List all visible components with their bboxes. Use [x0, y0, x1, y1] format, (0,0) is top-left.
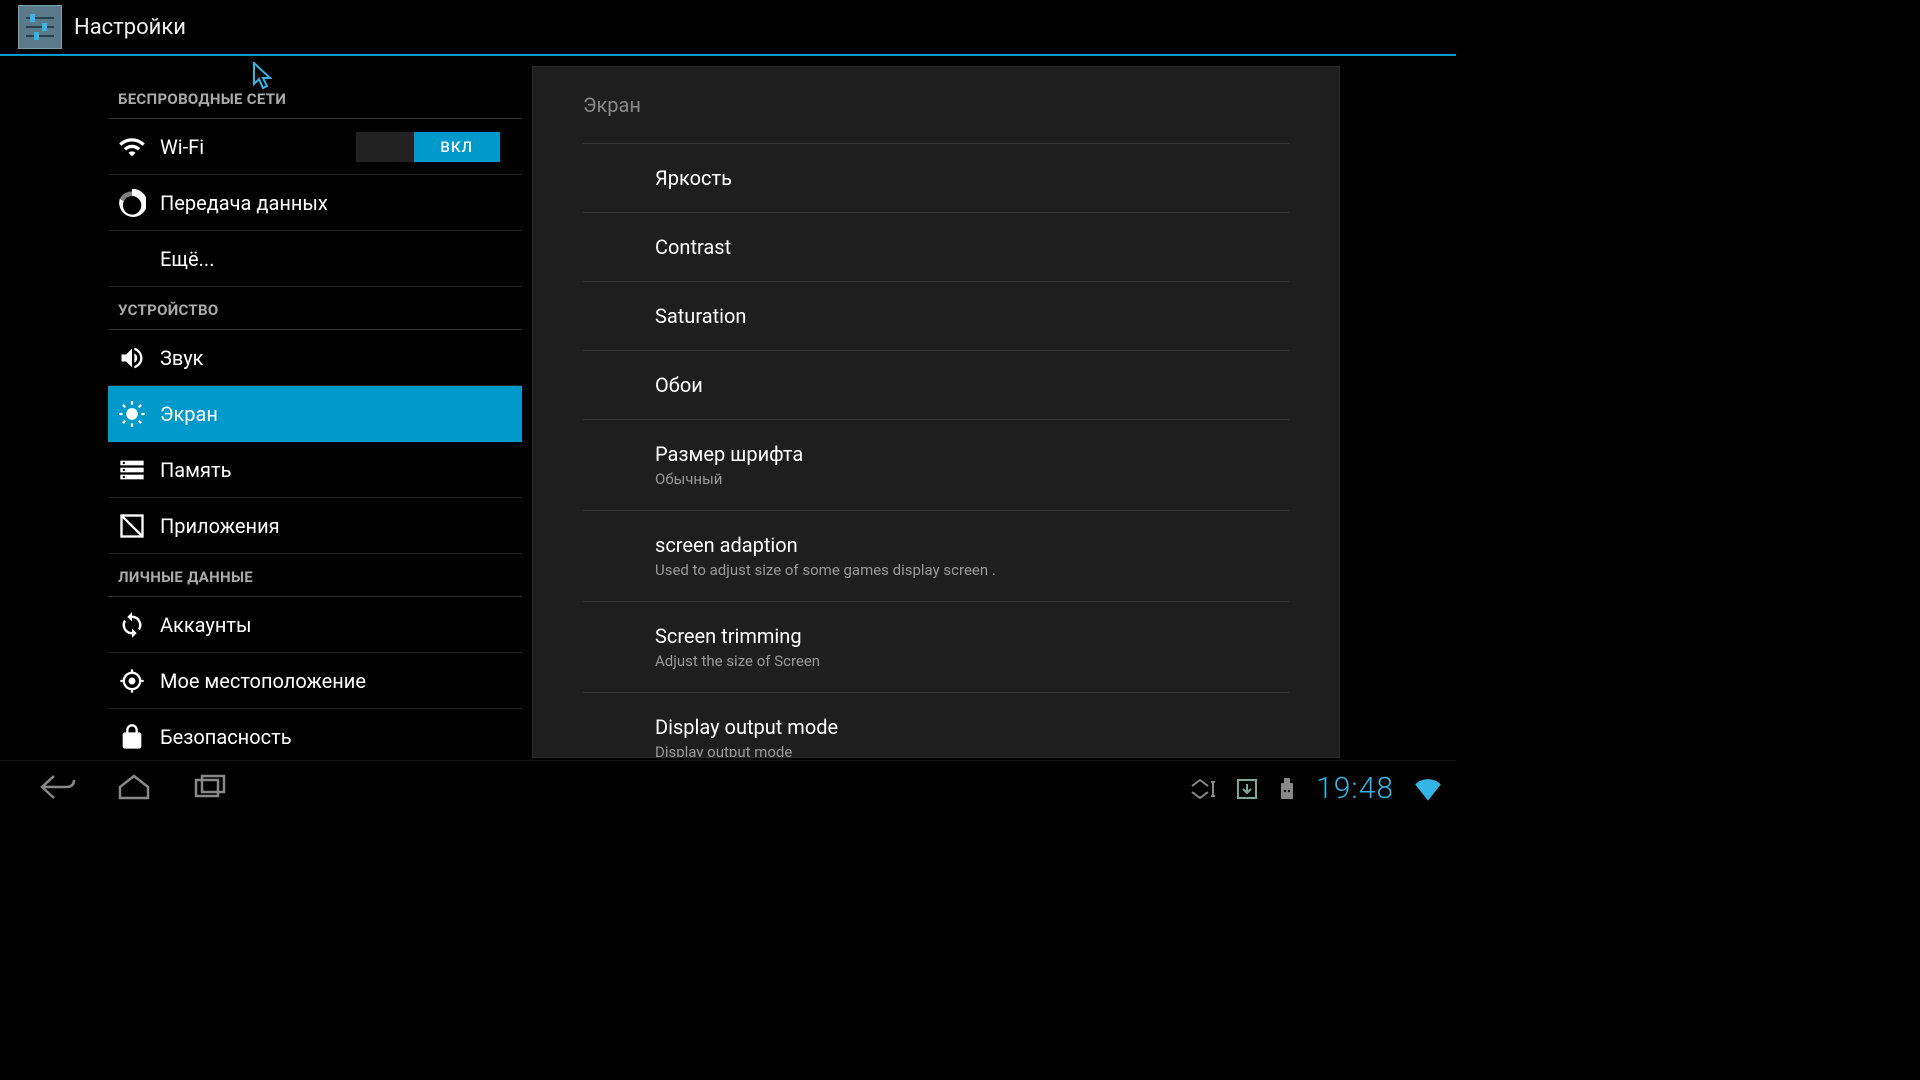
- sidebar-item-label: Аккаунты: [160, 613, 252, 637]
- detail-item-sub: Обычный: [655, 470, 1289, 488]
- detail-item-title: Размер шрифта: [655, 442, 1289, 466]
- detail-item-contrast[interactable]: Contrast: [583, 212, 1289, 281]
- detail-item-title: Contrast: [655, 235, 1289, 259]
- sidebar-item-apps[interactable]: Приложения: [108, 498, 522, 554]
- lock-icon: [118, 723, 146, 751]
- sidebar: БЕСПРОВОДНЫЕ СЕТИ Wi-Fi ВКЛ Передача дан…: [0, 56, 522, 758]
- detail-item-title: Display output mode: [655, 715, 1289, 739]
- sidebar-item-label: Передача данных: [160, 191, 328, 215]
- sidebar-item-label: Память: [160, 458, 231, 482]
- sidebar-item-display[interactable]: Экран: [108, 386, 522, 442]
- navbar: 19:48: [0, 760, 1456, 816]
- detail-item-screen-trimming[interactable]: Screen trimming Adjust the size of Scree…: [583, 601, 1289, 692]
- sidebar-item-location[interactable]: Мое местоположение: [108, 653, 522, 709]
- data-usage-icon: [118, 189, 146, 217]
- section-header-personal: ЛИЧНЫЕ ДАННЫЕ: [108, 554, 522, 597]
- sidebar-item-label: Звук: [160, 346, 203, 370]
- sidebar-item-label: Мое местоположение: [160, 669, 366, 693]
- download-icon[interactable]: [1236, 778, 1258, 800]
- detail-item-title: screen adaption: [655, 533, 1289, 557]
- wifi-toggle[interactable]: ВКЛ: [356, 132, 500, 162]
- detail-item-display-output[interactable]: Display output mode Display output mode: [583, 692, 1289, 758]
- page-title: Настройки: [74, 15, 186, 40]
- sidebar-item-accounts[interactable]: Аккаунты: [108, 597, 522, 653]
- wifi-icon: [118, 133, 146, 161]
- detail-item-screen-adaption[interactable]: screen adaption Used to adjust size of s…: [583, 510, 1289, 601]
- recents-button[interactable]: [192, 772, 228, 806]
- display-icon: [118, 400, 146, 428]
- detail-item-title: Яркость: [655, 166, 1289, 190]
- sidebar-item-data-usage[interactable]: Передача данных: [108, 175, 522, 231]
- detail-item-title: Обои: [655, 373, 1289, 397]
- toggle-knob: ВКЛ: [414, 132, 500, 162]
- sidebar-item-storage[interactable]: Память: [108, 442, 522, 498]
- home-button[interactable]: [116, 772, 152, 806]
- storage-icon: [118, 456, 146, 484]
- wifi-status-icon[interactable]: [1414, 777, 1442, 801]
- apps-icon: [118, 512, 146, 540]
- app-header: Настройки: [0, 0, 1456, 56]
- sidebar-item-label: Wi-Fi: [160, 135, 204, 159]
- detail-item-sub: Used to adjust size of some games displa…: [655, 561, 1289, 579]
- clock[interactable]: 19:48: [1316, 771, 1394, 806]
- sound-icon: [118, 344, 146, 372]
- section-header-wireless: БЕСПРОВОДНЫЕ СЕТИ: [108, 76, 522, 119]
- back-button[interactable]: [40, 772, 76, 806]
- sidebar-item-label: Безопасность: [160, 725, 292, 749]
- detail-item-sub: Adjust the size of Screen: [655, 652, 1289, 670]
- detail-item-sub: Display output mode: [655, 743, 1289, 758]
- detail-item-saturation[interactable]: Saturation: [583, 281, 1289, 350]
- detail-panel: Экран Яркость Contrast Saturation Обои Р…: [532, 66, 1340, 758]
- detail-item-title: Screen trimming: [655, 624, 1289, 648]
- detail-item-title: Saturation: [655, 304, 1289, 328]
- content-area: БЕСПРОВОДНЫЕ СЕТИ Wi-Fi ВКЛ Передача дан…: [0, 56, 1456, 758]
- detail-item-brightness[interactable]: Яркость: [583, 143, 1289, 212]
- detail-item-font-size[interactable]: Размер шрифта Обычный: [583, 419, 1289, 510]
- detail-wrap: Экран Яркость Contrast Saturation Обои Р…: [522, 56, 1456, 758]
- location-icon: [118, 667, 146, 695]
- nav-left: [0, 772, 228, 806]
- sync-icon: [118, 611, 146, 639]
- detail-title: Экран: [583, 67, 1289, 143]
- sidebar-item-security[interactable]: Безопасность: [108, 709, 522, 758]
- sidebar-item-label: Приложения: [160, 514, 280, 538]
- nav-right: 19:48: [1190, 771, 1456, 806]
- section-header-device: УСТРОЙСТВО: [108, 287, 522, 330]
- settings-icon: [18, 5, 62, 49]
- sidebar-item-label: Ещё...: [160, 247, 214, 271]
- screenshot-icon[interactable]: [1190, 778, 1216, 800]
- usb-icon[interactable]: [1278, 777, 1296, 801]
- sidebar-item-wifi[interactable]: Wi-Fi ВКЛ: [108, 119, 522, 175]
- sidebar-item-sound[interactable]: Звук: [108, 330, 522, 386]
- sidebar-item-label: Экран: [160, 402, 218, 426]
- detail-item-wallpaper[interactable]: Обои: [583, 350, 1289, 419]
- sidebar-item-more[interactable]: Ещё...: [108, 231, 522, 287]
